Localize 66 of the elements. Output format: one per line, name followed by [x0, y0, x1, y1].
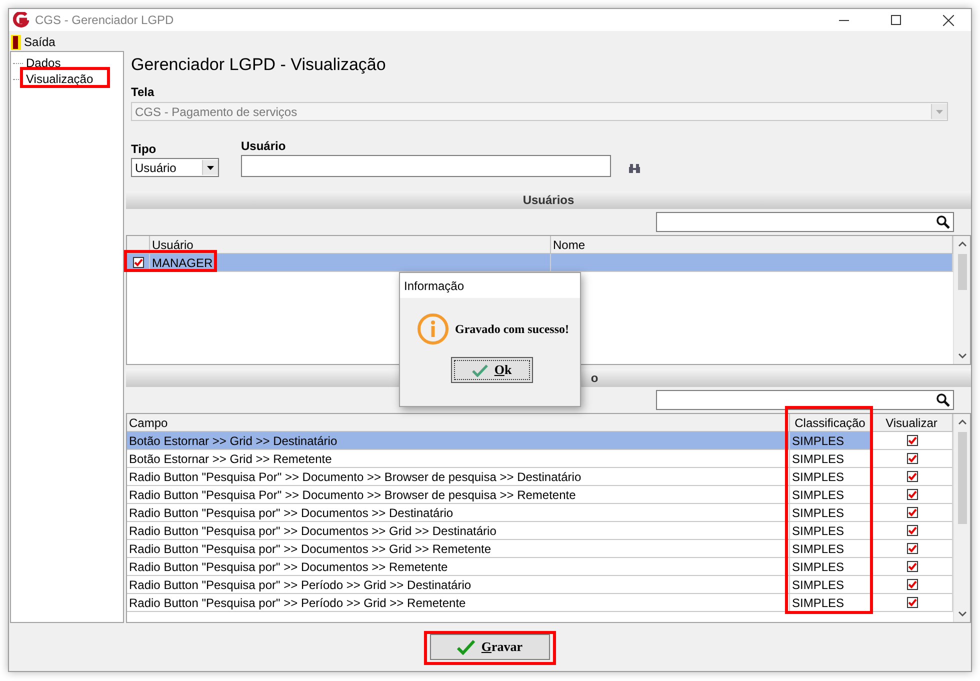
table-cell: MANAGER — [150, 254, 551, 272]
checkbox[interactable] — [907, 561, 918, 572]
dialog-message: Gravado com sucesso! — [455, 322, 569, 336]
column-header[interactable]: Visualizar — [871, 414, 953, 432]
checkmark-icon — [457, 640, 476, 654]
search-field[interactable] — [656, 390, 954, 410]
chevron-up-icon[interactable] — [958, 241, 966, 247]
checkmark-icon — [472, 364, 488, 376]
chevron-down-icon[interactable] — [958, 353, 966, 359]
search-field[interactable] — [656, 212, 954, 232]
page-heading: Gerenciador LGPD - Visualização — [130, 54, 387, 76]
tree-item[interactable]: Visualização — [26, 72, 94, 86]
checkbox[interactable] — [907, 543, 918, 554]
column-header[interactable]: Campo — [127, 414, 790, 432]
column-header[interactable]: Usuário — [150, 236, 551, 254]
type-dropdown[interactable]: Usuário — [131, 158, 219, 177]
checkbox[interactable] — [907, 525, 918, 536]
table-cell: Radio Button "Pesquisa Por" >> Documento >> Browser de pesquisa >> Remetente — [127, 486, 790, 504]
section-header: Usuários — [126, 191, 971, 209]
table-cell: SIMPLES — [790, 432, 873, 450]
checkbox[interactable] — [907, 453, 918, 464]
scrollbar[interactable] — [953, 236, 970, 364]
section-header: o — [590, 371, 598, 385]
dropdown-arrow-icon[interactable] — [207, 166, 214, 170]
table-cell: Radio Button "Pesquisa por" >> Documentos >> Grid >> Destinatário — [127, 522, 790, 540]
scroll-thumb[interactable] — [958, 254, 966, 290]
table-cell: Botão Estornar >> Grid >> Destinatário — [127, 432, 790, 450]
save-button[interactable]: Gravar — [430, 634, 550, 660]
table-cell: Radio Button "Pesquisa Por" >> Documento >> Browser de pesquisa >> Destinatário — [127, 468, 790, 486]
table-cell: Radio Button "Pesquisa por" >> Documentos >> Destinatário — [127, 504, 790, 522]
table-cell: Radio Button "Pesquisa por" >> Período >> Grid >> Remetente — [127, 594, 790, 612]
table-cell: Radio Button "Pesquisa por" >> Período >> Grid >> Destinatário — [127, 576, 790, 594]
table-cell: Radio Button "Pesquisa por" >> Documentos >> Remetente — [127, 558, 790, 576]
checkbox[interactable] — [907, 489, 918, 500]
column-header[interactable]: Classificação — [790, 414, 871, 432]
checkbox[interactable] — [907, 435, 918, 446]
maximize-icon[interactable] — [891, 15, 901, 25]
checkbox[interactable] — [907, 471, 918, 482]
user-input-field[interactable] — [241, 155, 611, 177]
field-label: Tipo — [131, 142, 158, 156]
app-logo-icon — [13, 12, 29, 28]
field-label: Tela — [131, 85, 156, 99]
checkbox[interactable] — [907, 597, 918, 608]
search-icon[interactable] — [936, 393, 950, 407]
door-icon — [11, 34, 21, 50]
chevron-down-icon[interactable] — [958, 611, 966, 617]
binoculars-icon[interactable] — [629, 164, 640, 173]
field-label: Usuário — [241, 139, 287, 153]
search-icon[interactable] — [936, 215, 950, 229]
close-icon[interactable] — [942, 14, 954, 26]
checkmark-icon — [134, 258, 142, 267]
chevron-up-icon[interactable] — [958, 419, 966, 425]
window-title: CGS - Gerenciador LGPD — [35, 13, 175, 27]
checkbox[interactable] — [907, 579, 918, 590]
checkbox[interactable] — [132, 257, 144, 268]
info-icon — [417, 313, 449, 345]
ok-button[interactable]: Ok — [451, 357, 533, 383]
dialog-title: Informação — [400, 273, 580, 298]
table-cell: Botão Estornar >> Grid >> Remetente — [127, 450, 790, 468]
scrollbar[interactable] — [953, 414, 970, 622]
column-header[interactable]: Nome — [551, 236, 953, 254]
menu-item[interactable]: Saída — [11, 34, 56, 50]
tree-item[interactable]: Dados — [26, 56, 61, 70]
table-cell: Radio Button "Pesquisa por" >> Documentos >> Grid >> Remetente — [127, 540, 790, 558]
scroll-thumb[interactable] — [958, 432, 966, 524]
checkbox[interactable] — [907, 507, 918, 518]
